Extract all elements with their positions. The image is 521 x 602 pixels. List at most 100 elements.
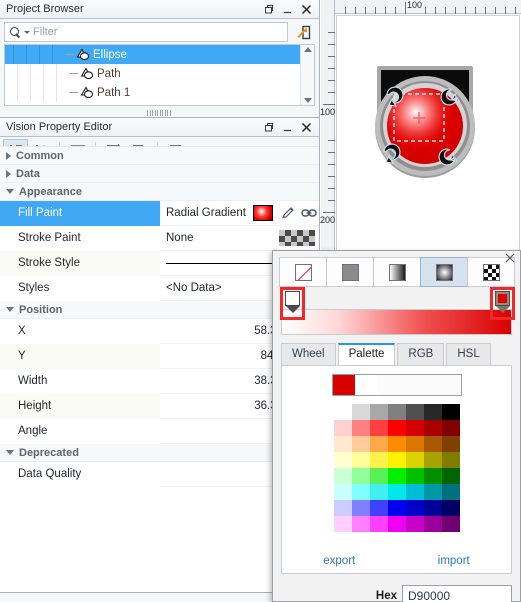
close-icon[interactable]: [300, 121, 312, 133]
chevron-down-icon[interactable]: [24, 30, 30, 34]
property-value[interactable]: None: [160, 226, 319, 251]
panel-resize-grip[interactable]: [0, 109, 319, 116]
palette-swatch-0-1[interactable]: [351, 404, 370, 420]
property-group-appearance[interactable]: Appearance: [0, 183, 319, 201]
palette-swatch-2-1[interactable]: [351, 436, 370, 452]
import-link[interactable]: import: [438, 555, 470, 567]
project-browser-tree[interactable]: Ellipse Path Path 1: [4, 44, 315, 106]
palette-swatch-1-5[interactable]: [423, 420, 442, 436]
palette-swatch-6-4[interactable]: [405, 500, 424, 516]
export-link[interactable]: export: [323, 555, 355, 567]
palette-swatch-7-5[interactable]: [423, 516, 442, 532]
palette-swatch-4-1[interactable]: [351, 468, 370, 484]
tab-palette[interactable]: Palette: [337, 343, 396, 365]
palette-swatch-0-0[interactable]: [333, 404, 352, 420]
palette-swatch-2-5[interactable]: [423, 436, 442, 452]
link-icon[interactable]: [299, 207, 319, 219]
minimize-icon[interactable]: [281, 3, 293, 15]
list-item[interactable]: Ellipse: [5, 45, 300, 64]
paint-picker-dialog[interactable]: Wheel Palette RGB HSL export import Hex: [272, 250, 521, 602]
property-row-stroke-paint[interactable]: Stroke Paint None: [0, 225, 319, 251]
palette-swatch-6-5[interactable]: [423, 500, 442, 516]
property-row-fill-paint[interactable]: Fill Paint Radial Gradient: [0, 200, 319, 226]
palette-swatch-3-6[interactable]: [441, 452, 460, 468]
list-item[interactable]: Path: [5, 64, 300, 83]
palette-swatch-7-2[interactable]: [369, 516, 388, 532]
tree-vertical-scrollbar[interactable]: [300, 45, 314, 105]
restore-icon[interactable]: [262, 3, 274, 15]
palette-swatch-3-4[interactable]: [405, 452, 424, 468]
palette-swatch-0-6[interactable]: [441, 404, 460, 420]
filter-input-wrapper[interactable]: Filter: [4, 22, 288, 42]
checker-swatch[interactable]: [279, 230, 315, 246]
palette-swatch-4-2[interactable]: [369, 468, 388, 484]
palette-swatch-1-6[interactable]: [441, 420, 460, 436]
palette-swatch-3-2[interactable]: [369, 452, 388, 468]
designer-canvas[interactable]: 100 100 200: [320, 0, 521, 262]
palette-swatch-4-6[interactable]: [441, 468, 460, 484]
palette-swatch-4-5[interactable]: [423, 468, 442, 484]
palette-swatch-2-3[interactable]: [387, 436, 406, 452]
pencil-icon[interactable]: [277, 206, 299, 220]
palette-swatch-1-0[interactable]: [333, 420, 352, 436]
palette-swatch-7-0[interactable]: [333, 516, 352, 532]
palette-swatch-0-5[interactable]: [423, 404, 442, 420]
scroll-down-icon[interactable]: [303, 98, 312, 103]
palette-swatch-5-4[interactable]: [405, 484, 424, 500]
palette-swatch-3-5[interactable]: [423, 452, 442, 468]
paint-type-radial-button[interactable]: [420, 257, 468, 287]
property-value[interactable]: Radial Gradient: [160, 201, 277, 226]
palette-swatch-1-4[interactable]: [405, 420, 424, 436]
gradient-preview-bar[interactable]: [281, 309, 512, 335]
tab-wheel[interactable]: Wheel: [281, 343, 336, 365]
design-page[interactable]: [336, 15, 520, 259]
restore-icon[interactable]: [262, 121, 274, 133]
palette-swatch-1-3[interactable]: [387, 420, 406, 436]
palette-swatch-4-0[interactable]: [333, 468, 352, 484]
recent-color-1[interactable]: [354, 375, 377, 395]
palette-swatch-6-3[interactable]: [387, 500, 406, 516]
palette-swatch-0-2[interactable]: [369, 404, 388, 420]
property-group-data[interactable]: Data: [0, 165, 319, 183]
radial-gradient-swatch[interactable]: [253, 205, 273, 221]
open-in-new-icon[interactable]: [291, 22, 315, 43]
palette-swatch-5-3[interactable]: [387, 484, 406, 500]
paint-type-solid-button[interactable]: [326, 257, 374, 287]
minimize-icon[interactable]: [281, 121, 293, 133]
palette-swatch-4-4[interactable]: [405, 468, 424, 484]
palette-swatch-0-4[interactable]: [405, 404, 424, 420]
palette-swatch-1-1[interactable]: [351, 420, 370, 436]
tab-rgb[interactable]: RGB: [397, 343, 445, 365]
palette-swatch-7-1[interactable]: [351, 516, 370, 532]
paint-type-none-button[interactable]: [279, 257, 327, 287]
palette-swatch-2-0[interactable]: [333, 436, 352, 452]
palette-swatch-7-4[interactable]: [405, 516, 424, 532]
list-item[interactable]: Path 1: [5, 83, 300, 102]
palette-swatch-1-2[interactable]: [369, 420, 388, 436]
color-palette-grid[interactable]: [333, 404, 460, 532]
palette-swatch-5-6[interactable]: [441, 484, 460, 500]
palette-swatch-5-2[interactable]: [369, 484, 388, 500]
property-group-common[interactable]: Common: [0, 147, 319, 165]
hex-input[interactable]: [402, 585, 512, 602]
palette-swatch-7-6[interactable]: [441, 516, 460, 532]
palette-swatch-6-6[interactable]: [441, 500, 460, 516]
palette-swatch-2-2[interactable]: [369, 436, 388, 452]
palette-swatch-6-0[interactable]: [333, 500, 352, 516]
close-icon[interactable]: [504, 253, 516, 265]
scroll-up-icon[interactable]: [303, 47, 312, 52]
palette-swatch-4-3[interactable]: [387, 468, 406, 484]
palette-swatch-3-1[interactable]: [351, 452, 370, 468]
red-push-button-component[interactable]: [337, 16, 520, 259]
palette-swatch-5-5[interactable]: [423, 484, 442, 500]
recent-colors-bar[interactable]: [331, 374, 462, 396]
gradient-stop-editor[interactable]: [280, 287, 515, 337]
palette-swatch-5-0[interactable]: [333, 484, 352, 500]
tab-hsl[interactable]: HSL: [446, 343, 491, 365]
palette-swatch-2-4[interactable]: [405, 436, 424, 452]
palette-swatch-5-1[interactable]: [351, 484, 370, 500]
recent-color-0[interactable]: [332, 375, 355, 395]
palette-swatch-2-6[interactable]: [441, 436, 460, 452]
palette-swatch-6-2[interactable]: [369, 500, 388, 516]
paint-type-linear-button[interactable]: [373, 257, 421, 287]
